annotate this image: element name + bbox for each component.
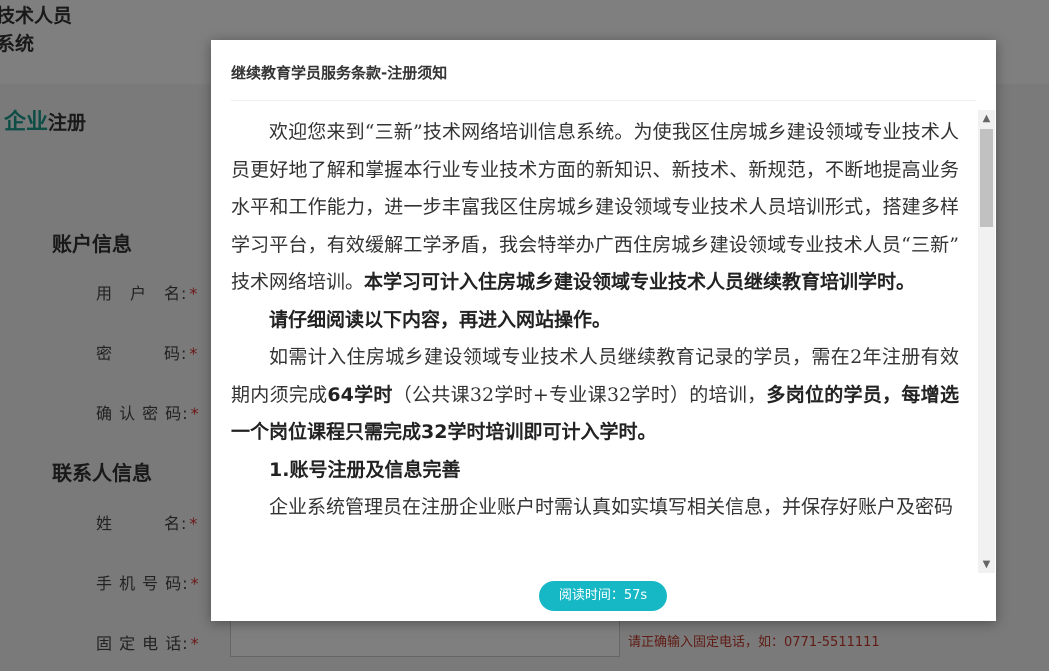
scroll-thumb[interactable] <box>980 129 993 227</box>
scroll-down-icon[interactable]: ▼ <box>978 556 995 573</box>
terms-paragraph-intro: 欢迎您来到“三新”技术网络培训信息系统。为使我区住房城乡建设领域专业技术人员更好… <box>231 121 959 293</box>
reading-timer-button[interactable]: 阅读时间：57s <box>539 581 667 611</box>
terms-paragraph-registration: 企业系统管理员在注册企业账户时需认真如实填写相关信息，并保存好账户及密码 <box>269 496 954 518</box>
terms-paragraph-hours: 如需计入住房城乡建设领域专业技术人员继续教育记录的学员，需在2年注册有效期内须完… <box>231 346 959 443</box>
terms-scrollbar[interactable]: ▲ ▼ <box>978 110 995 573</box>
terms-heading-registration: 1.账号注册及信息完善 <box>269 458 461 481</box>
terms-paragraph-notice: 请仔细阅读以下内容，再进入网站操作。 <box>269 308 612 331</box>
terms-modal: 继续教育学员服务条款-注册须知 欢迎您来到“三新”技术网络培训信息系统。为使我区… <box>211 40 996 621</box>
modal-divider <box>231 100 976 101</box>
terms-content[interactable]: 欢迎您来到“三新”技术网络培训信息系统。为使我区住房城乡建设领域专业技术人员更好… <box>231 114 959 570</box>
scroll-up-icon[interactable]: ▲ <box>978 110 995 127</box>
modal-title: 继续教育学员服务条款-注册须知 <box>231 64 448 82</box>
